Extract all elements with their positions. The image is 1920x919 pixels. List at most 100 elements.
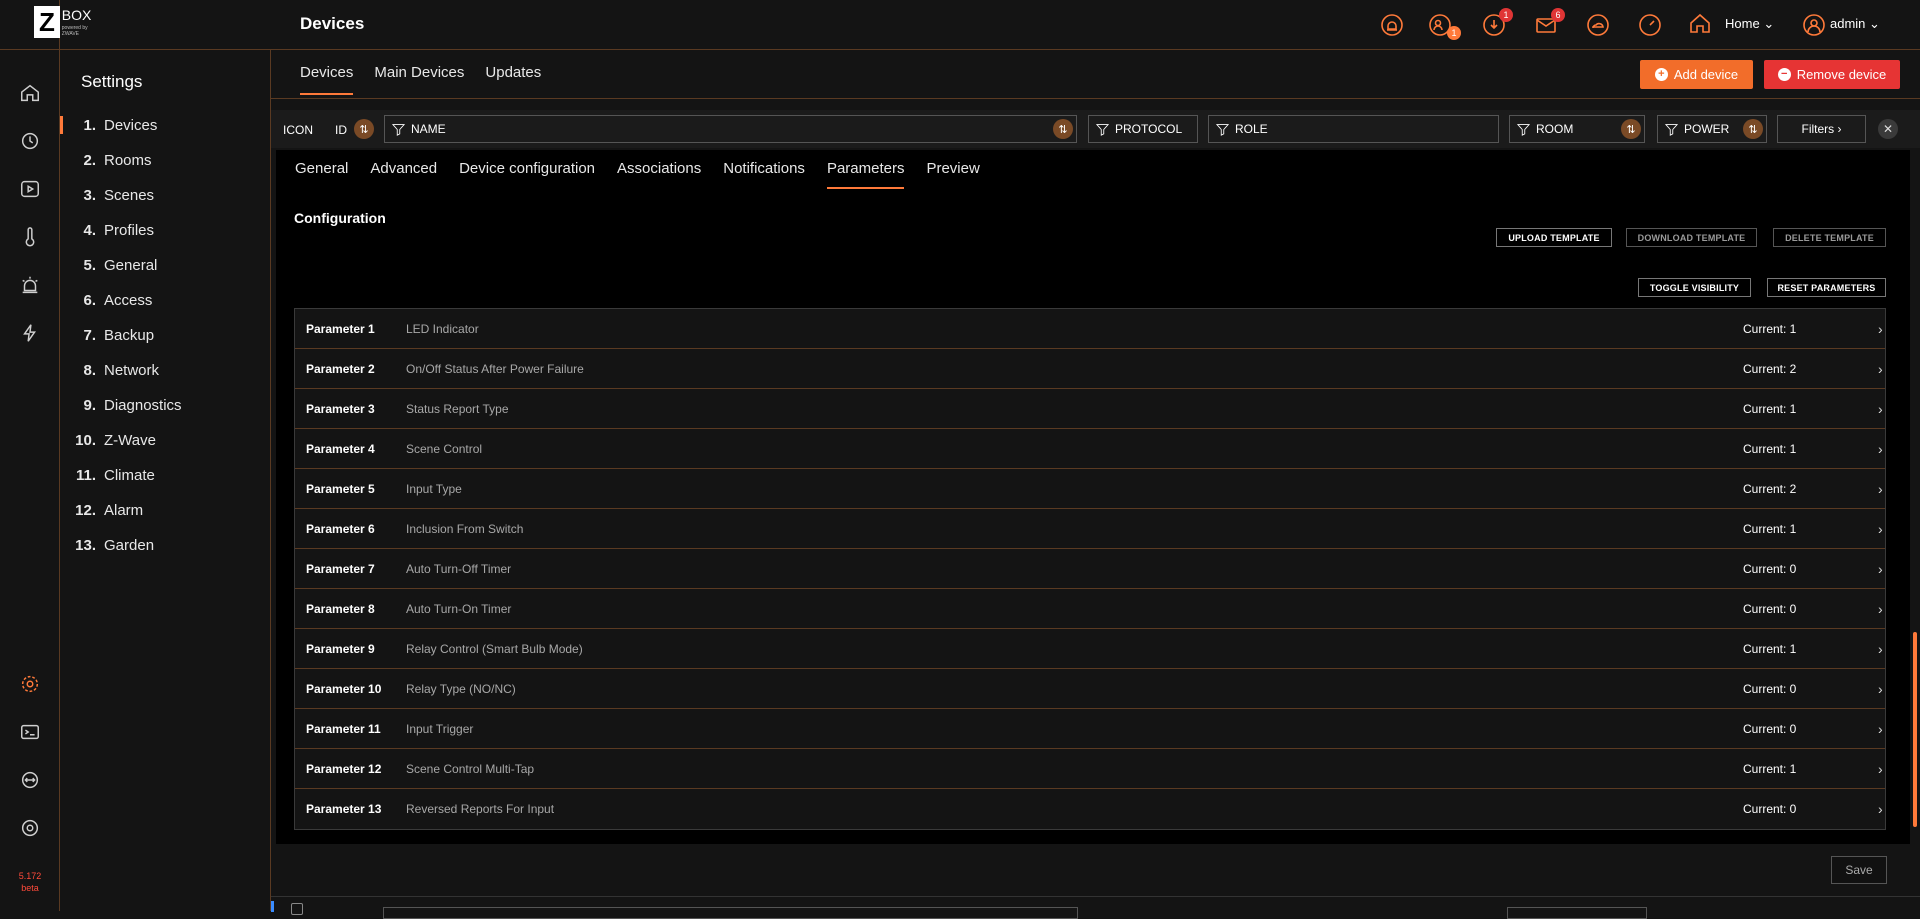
- parameter-row[interactable]: Parameter 2 On/Off Status After Power Fai…: [295, 349, 1885, 389]
- parameter-row[interactable]: Parameter 7 Auto Turn-Off Timer Current: 0…: [295, 549, 1885, 589]
- settings-item-label: Scenes: [104, 187, 155, 204]
- parameter-row[interactable]: Parameter 5 Input Type Current: 2 ›: [295, 469, 1885, 509]
- settings-item-z-wave[interactable]: 10. Z-Wave: [60, 423, 270, 458]
- close-filters-icon[interactable]: ✕: [1878, 119, 1898, 139]
- tab-general[interactable]: General: [295, 160, 348, 189]
- settings-title: Settings: [81, 72, 143, 91]
- reset-parameters-button[interactable]: RESET PARAMETERS: [1767, 278, 1886, 297]
- users-icon[interactable]: 1: [1427, 12, 1461, 40]
- remove-device-button[interactable]: − Remove device: [1764, 60, 1900, 89]
- parameter-row[interactable]: Parameter 8 Auto Turn-On Timer Current: 0 ›: [295, 589, 1885, 629]
- filter-icon: [1095, 123, 1110, 136]
- sort-name-icon[interactable]: ⇅: [1053, 119, 1073, 139]
- upload-template-button[interactable]: UPLOAD TEMPLATE: [1496, 228, 1612, 247]
- settings-item-diagnostics[interactable]: 9. Diagnostics: [60, 388, 270, 423]
- tab-associations[interactable]: Associations: [617, 160, 701, 189]
- download-icon[interactable]: 1: [1481, 8, 1513, 38]
- power-filter[interactable]: POWER ⇅: [1657, 115, 1767, 143]
- delete-template-button[interactable]: DELETE TEMPLATE: [1773, 228, 1886, 247]
- settings-item-alarm[interactable]: 12. Alarm: [60, 493, 270, 528]
- add-device-button[interactable]: + Add device: [1640, 60, 1753, 89]
- home-selector[interactable]: Home ⌄: [1725, 16, 1774, 32]
- tab-advanced[interactable]: Advanced: [370, 160, 437, 189]
- settings-item-label: Climate: [104, 467, 155, 484]
- home-icon[interactable]: [18, 81, 42, 105]
- alarm-siren-icon[interactable]: [1379, 12, 1405, 38]
- history-icon[interactable]: [18, 129, 42, 153]
- settings-item-number: 3.: [83, 187, 96, 204]
- settings-gear-icon[interactable]: [18, 672, 42, 696]
- settings-item-climate[interactable]: 11. Climate: [60, 458, 270, 493]
- tab-parameters[interactable]: Parameters: [826, 160, 905, 189]
- home-location-icon[interactable]: [1687, 10, 1713, 36]
- parameter-description: Auto Turn-Off Timer: [406, 561, 512, 576]
- network-icon[interactable]: [18, 768, 42, 792]
- parameter-current-value: Current: 1: [1743, 521, 1797, 536]
- user-avatar-icon[interactable]: [1801, 12, 1827, 38]
- save-button[interactable]: Save: [1831, 856, 1887, 884]
- user-menu[interactable]: admin ⌄: [1830, 16, 1880, 32]
- settings-item-garden[interactable]: 13. Garden: [60, 528, 270, 563]
- parameter-row[interactable]: Parameter 6 Inclusion From Switch Current:…: [295, 509, 1885, 549]
- tab-device-configuration[interactable]: Device configuration: [459, 160, 595, 189]
- filter-bar: ICON ID ⇅ NAME ⇅ PROTOCOL ROLE ROOM ⇅ PO…: [271, 110, 1920, 148]
- sort-power-icon[interactable]: ⇅: [1743, 119, 1763, 139]
- sort-id-icon[interactable]: ⇅: [354, 119, 374, 139]
- chevron-right-icon: ›: [1878, 720, 1883, 737]
- protocol-filter[interactable]: PROTOCOL: [1088, 115, 1198, 143]
- minus-icon: −: [1777, 68, 1791, 81]
- tab-updates[interactable]: Updates: [485, 64, 541, 95]
- version-label: 5.172 beta: [18, 871, 42, 893]
- parameter-name: Parameter 11: [306, 721, 381, 736]
- settings-item-backup[interactable]: 7. Backup: [60, 318, 270, 353]
- parameter-row[interactable]: Parameter 10 Relay Type (NO/NC) Current: 0…: [295, 669, 1885, 709]
- settings-item-label: Z-Wave: [104, 432, 156, 449]
- chevron-right-icon: ›: [1878, 760, 1883, 777]
- next-device-row-partial: [271, 896, 1920, 919]
- weather-icon[interactable]: [1585, 12, 1611, 38]
- row-room-field[interactable]: [1507, 907, 1647, 919]
- parameter-name: Parameter 5: [306, 481, 375, 496]
- thermometer-icon[interactable]: [18, 225, 42, 249]
- help-lifebuoy-icon[interactable]: [18, 816, 42, 840]
- settings-item-general[interactable]: 5. General: [60, 248, 270, 283]
- row-checkbox[interactable]: [291, 903, 303, 915]
- room-filter[interactable]: ROOM ⇅: [1509, 115, 1645, 143]
- tab-notifications[interactable]: Notifications: [723, 160, 805, 189]
- role-filter[interactable]: ROLE: [1208, 115, 1499, 143]
- zbox-logo[interactable]: Z BOX powered by ZWAVE: [34, 6, 98, 38]
- settings-item-number: 2.: [83, 152, 96, 169]
- settings-item-access[interactable]: 6. Access: [60, 283, 270, 318]
- parameter-row[interactable]: Parameter 4 Scene Control Current: 1 ›: [295, 429, 1885, 469]
- settings-item-profiles[interactable]: 4. Profiles: [60, 213, 270, 248]
- energy-icon[interactable]: [18, 321, 42, 345]
- mail-icon[interactable]: 6: [1533, 8, 1565, 38]
- download-template-button[interactable]: DOWNLOAD TEMPLATE: [1626, 228, 1757, 247]
- sort-room-icon[interactable]: ⇅: [1621, 119, 1641, 139]
- toggle-visibility-button[interactable]: TOGGLE VISIBILITY: [1638, 278, 1751, 297]
- parameter-row[interactable]: Parameter 3 Status Report Type Current: 1 ›: [295, 389, 1885, 429]
- settings-item-network[interactable]: 8. Network: [60, 353, 270, 388]
- tab-devices[interactable]: Devices: [300, 64, 354, 95]
- parameter-row[interactable]: Parameter 12 Scene Control Multi-Tap Curre…: [295, 749, 1885, 789]
- settings-item-rooms[interactable]: 2. Rooms: [60, 143, 270, 178]
- row-name-field[interactable]: [383, 907, 1078, 919]
- name-filter[interactable]: NAME ⇅: [384, 115, 1077, 143]
- filters-button[interactable]: Filters ›: [1777, 115, 1866, 143]
- parameter-row[interactable]: Parameter 1 LED Indicator Current: 1 ›: [295, 309, 1885, 349]
- chevron-right-icon: ›: [1878, 520, 1883, 537]
- alarm-icon[interactable]: [18, 273, 42, 297]
- terminal-icon[interactable]: [18, 720, 42, 744]
- tab-preview[interactable]: Preview: [926, 160, 979, 189]
- detail-tabs: General Advanced Device configuration As…: [295, 160, 980, 189]
- settings-item-devices[interactable]: 1. Devices: [60, 108, 270, 143]
- parameter-row[interactable]: Parameter 11 Input Trigger Current: 0 ›: [295, 709, 1885, 749]
- tab-main-devices[interactable]: Main Devices: [374, 64, 464, 95]
- parameter-name: Parameter 9: [306, 641, 375, 656]
- speedometer-icon[interactable]: [1637, 12, 1663, 38]
- parameter-row[interactable]: Parameter 13 Reversed Reports For Input Cu…: [295, 789, 1885, 829]
- parameter-row[interactable]: Parameter 9 Relay Control (Smart Bulb Mod…: [295, 629, 1885, 669]
- scenes-icon[interactable]: [18, 177, 42, 201]
- settings-item-scenes[interactable]: 3. Scenes: [60, 178, 270, 213]
- scrollbar-thumb[interactable]: [1913, 632, 1917, 827]
